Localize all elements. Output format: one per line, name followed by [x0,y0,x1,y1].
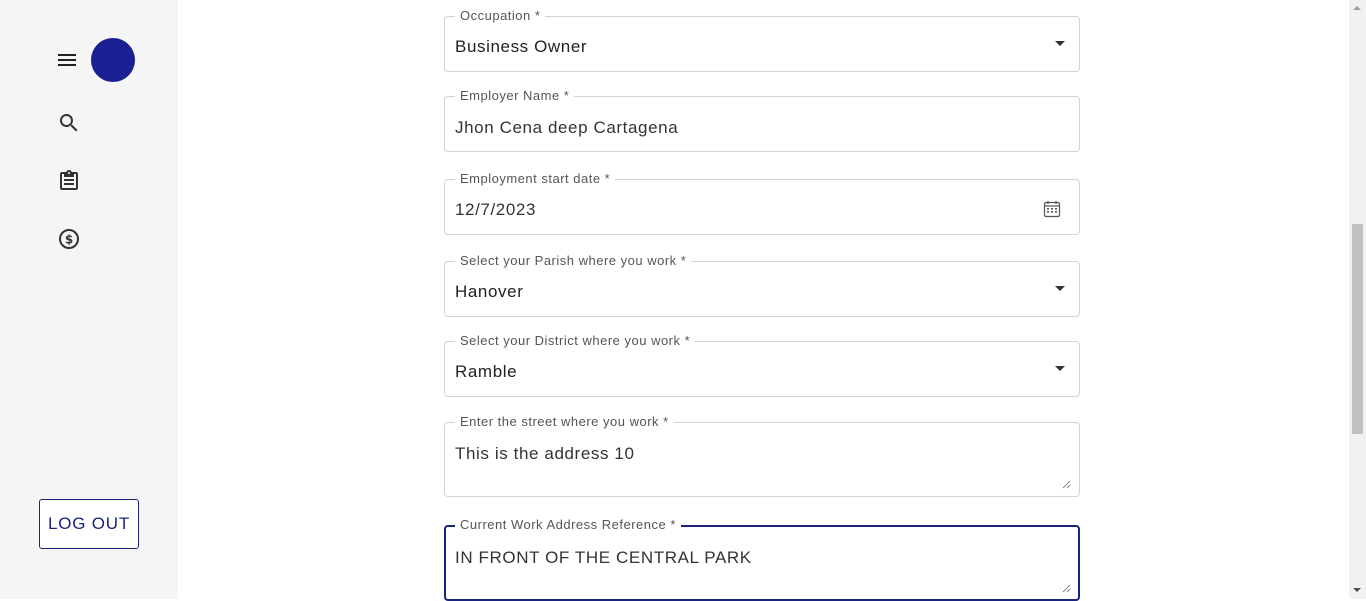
parish-value: Hanover [455,282,524,301]
street-value: This is the address 10 [455,444,635,463]
employer-name-field[interactable]: Employer Name * Jhon Cena deep Cartagena [444,88,1080,152]
district-value: Ramble [455,362,518,381]
occupation-value: Business Owner [455,37,588,56]
employer-name-label: Employer Name * [455,88,575,104]
calendar-icon[interactable] [1043,200,1061,218]
employment-start-date-field[interactable]: Employment start date * 12/7/2023 [444,171,1080,235]
scroll-down-icon[interactable] [1353,588,1361,592]
employment-start-date-label: Employment start date * [455,171,616,187]
parish-label: Select your Parish where you work * [455,253,692,269]
avatar[interactable] [91,38,135,82]
occupation-select[interactable]: Occupation * Business Owner [444,8,1080,72]
chevron-down-icon[interactable] [1055,366,1065,371]
occupation-label: Occupation * [455,8,546,24]
scrollbar-thumb[interactable] [1352,224,1363,434]
address-reference-value: IN FRONT OF THE CENTRAL PARK [455,548,752,567]
search-icon[interactable] [57,111,81,135]
parish-select[interactable]: Select your Parish where you work * Hano… [444,253,1080,317]
district-select[interactable]: Select your District where you work * Ra… [444,333,1080,397]
street-textarea[interactable]: Enter the street where you work * This i… [444,414,1080,497]
address-reference-textarea[interactable]: Current Work Address Reference * IN FRON… [444,517,1080,601]
logout-button[interactable]: LOG OUT [39,499,139,549]
scroll-up-icon[interactable] [1353,6,1361,10]
district-label: Select your District where you work * [455,333,696,349]
address-reference-label: Current Work Address Reference * [455,517,681,533]
sidebar: $ LOG OUT [0,0,178,599]
svg-text:$: $ [65,233,73,247]
employer-name-value: Jhon Cena deep Cartagena [455,118,679,137]
chevron-down-icon[interactable] [1055,286,1065,291]
clipboard-icon[interactable] [57,169,81,193]
resize-handle-icon[interactable] [1062,476,1071,489]
chevron-down-icon[interactable] [1055,41,1065,46]
menu-icon[interactable] [55,48,79,72]
resize-handle-icon[interactable] [1062,580,1071,593]
street-label: Enter the street where you work * [455,414,674,430]
employment-start-date-value: 12/7/2023 [455,200,537,219]
dollar-circle-icon[interactable]: $ [57,227,81,251]
